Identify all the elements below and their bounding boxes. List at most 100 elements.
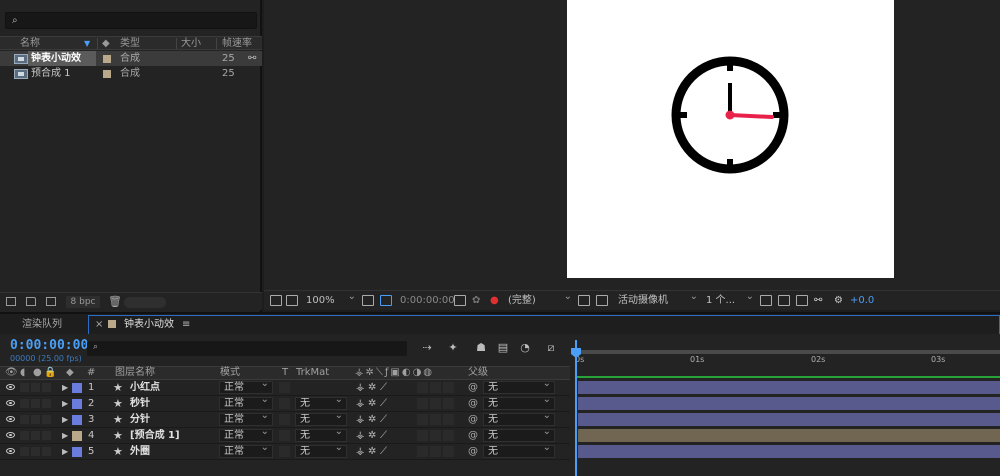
camera-dropdown[interactable]: 活动摄像机 [618, 290, 698, 308]
preserve-transparency-toggle[interactable] [279, 382, 290, 393]
motion-blur-toggle[interactable] [417, 414, 428, 425]
close-icon[interactable]: × [95, 318, 103, 332]
preserve-transparency-toggle[interactable] [279, 414, 290, 425]
motion-blur-icon[interactable]: ◔ [518, 342, 532, 354]
lock-toggle[interactable] [42, 383, 51, 392]
layer-duration-bar[interactable] [578, 413, 1000, 426]
layer-duration-bar[interactable] [578, 381, 1000, 394]
camera-snapshot-icon[interactable] [454, 295, 466, 306]
panel-menu-icon[interactable]: ≡ [182, 318, 190, 332]
shy-switch-icon[interactable]: ⚶ [356, 412, 365, 427]
tab-comp[interactable]: 钟表小动效 [124, 318, 174, 332]
flowchart-icon[interactable]: ⚯ [248, 51, 256, 66]
resolution-dropdown[interactable]: (完整) [508, 290, 572, 308]
current-time-display[interactable]: 0:00:00:00 [10, 338, 88, 353]
timeline-search-input[interactable]: ⌕ [87, 341, 407, 356]
layer-row[interactable]: ▶ 2 ★ 秒针 正常 无 ⚶✲ ⟋ @ 无 [0, 394, 570, 412]
trkmat-dropdown[interactable]: 无 [295, 442, 347, 458]
expand-triangle-icon[interactable]: ▶ [62, 380, 68, 395]
grid-icon[interactable] [362, 295, 374, 306]
eye-icon[interactable] [6, 400, 15, 406]
3d-layer-toggle[interactable] [443, 382, 454, 393]
layer-name[interactable]: 秒针 [130, 396, 150, 411]
adjustment-toggle[interactable] [430, 430, 441, 441]
label-swatch[interactable] [72, 399, 82, 409]
solo-toggle[interactable] [31, 415, 40, 424]
tab-render-queue[interactable]: 渲染队列 [22, 318, 62, 332]
adjustment-toggle[interactable] [430, 414, 441, 425]
expand-triangle-icon[interactable]: ▶ [62, 428, 68, 443]
label-swatch[interactable] [72, 383, 82, 393]
layer-row[interactable]: ▶ 4 ★ [预合成 1] 正常 无 ⚶✲ ⟋ @ 无 [0, 426, 570, 444]
collapse-switch-icon[interactable]: ✲ [368, 412, 376, 427]
quality-switch-icon[interactable]: ⟋ [380, 412, 387, 427]
audio-toggle[interactable] [20, 447, 29, 456]
collapse-switch-icon[interactable]: ✲ [368, 380, 376, 395]
collapse-switch-icon[interactable]: ✲ [368, 396, 376, 411]
sort-arrow-icon[interactable]: ▼ [84, 37, 90, 50]
mode-dropdown[interactable]: 正常 [219, 378, 273, 394]
mode-dropdown[interactable]: 正常 [219, 442, 273, 458]
solo-toggle[interactable] [31, 431, 40, 440]
adjustment-toggle[interactable] [430, 446, 441, 457]
mode-dropdown[interactable]: 正常 [219, 410, 273, 426]
exposure-value[interactable]: +0.0 [850, 294, 874, 308]
exposure-reset-icon[interactable]: ⚙ [834, 294, 843, 308]
composition-canvas[interactable] [567, 0, 894, 278]
mode-dropdown[interactable]: 正常 [219, 394, 273, 410]
shy-switch-icon[interactable]: ⚶ [356, 444, 365, 459]
preserve-transparency-toggle[interactable] [279, 446, 290, 457]
expand-triangle-icon[interactable]: ▶ [62, 412, 68, 427]
new-folder-icon[interactable] [26, 297, 36, 306]
quality-switch-icon[interactable]: ⟋ [380, 380, 387, 395]
always-preview-icon[interactable] [270, 295, 282, 306]
label-swatch[interactable] [72, 431, 82, 441]
3d-layer-toggle[interactable] [443, 414, 454, 425]
graph-editor-icon[interactable]: ⧄ [544, 342, 558, 354]
col-type[interactable]: 类型 [120, 37, 140, 50]
eye-icon[interactable] [6, 448, 15, 454]
transparency-grid-icon[interactable] [596, 295, 608, 306]
views-dropdown[interactable]: 1 个... [706, 290, 754, 308]
mode-dropdown[interactable]: 正常 [219, 426, 273, 442]
quality-switch-icon[interactable]: ⟋ [380, 444, 387, 459]
lock-toggle[interactable] [42, 399, 51, 408]
bit-depth-button[interactable]: 8 bpc [66, 296, 100, 308]
layer-row[interactable]: ▶ 1 ★ 小红点 正常 ⚶✲ ⟋ @ 无 [0, 378, 570, 396]
expand-triangle-icon[interactable]: ▶ [62, 396, 68, 411]
motion-blur-toggle[interactable] [417, 430, 428, 441]
new-composition-icon[interactable] [46, 297, 56, 306]
label-swatch[interactable] [72, 415, 82, 425]
trkmat-dropdown[interactable]: 无 [295, 394, 347, 410]
parent-dropdown[interactable]: 无 [483, 426, 555, 442]
interpret-footage-icon[interactable] [6, 297, 16, 306]
preserve-transparency-toggle[interactable] [279, 430, 290, 441]
parent-dropdown[interactable]: 无 [483, 378, 555, 394]
trkmat-dropdown[interactable]: 无 [295, 410, 347, 426]
col-name[interactable]: 名称 [20, 37, 40, 50]
trkmat-dropdown[interactable]: 无 [295, 426, 347, 442]
label-swatch[interactable] [72, 447, 82, 457]
project-item[interactable]: 预合成 1 合成 25 [0, 66, 262, 81]
pick-whip-icon[interactable]: @ [468, 380, 478, 395]
pick-whip-icon[interactable]: @ [468, 412, 478, 427]
quality-switch-icon[interactable]: ⟋ [380, 396, 387, 411]
layer-row[interactable]: ▶ 5 ★ 外圈 正常 无 ⚶✲ ⟋ @ 无 [0, 442, 570, 460]
solo-toggle[interactable] [31, 399, 40, 408]
layer-duration-bar[interactable] [578, 429, 1000, 442]
show-snapshot-icon[interactable]: ✿ [472, 294, 480, 308]
parent-dropdown[interactable]: 无 [483, 442, 555, 458]
collapse-switch-icon[interactable]: ✲ [368, 444, 376, 459]
solo-toggle[interactable] [31, 447, 40, 456]
layer-name[interactable]: [预合成 1] [130, 428, 180, 443]
pick-whip-icon[interactable]: @ [468, 428, 478, 443]
layer-duration-bar[interactable] [578, 397, 1000, 410]
color-channel-icon[interactable]: ● [490, 294, 499, 308]
shy-switch-icon[interactable]: ⚶ [356, 380, 365, 395]
trash-icon[interactable]: 🗑 [108, 295, 122, 308]
parent-dropdown[interactable]: 无 [483, 394, 555, 410]
motion-blur-toggle[interactable] [417, 382, 428, 393]
motion-blur-toggle[interactable] [417, 398, 428, 409]
layer-row[interactable]: ▶ 3 ★ 分针 正常 无 ⚶✲ ⟋ @ 无 [0, 410, 570, 428]
draft-3d-icon[interactable]: ✦ [446, 342, 460, 354]
